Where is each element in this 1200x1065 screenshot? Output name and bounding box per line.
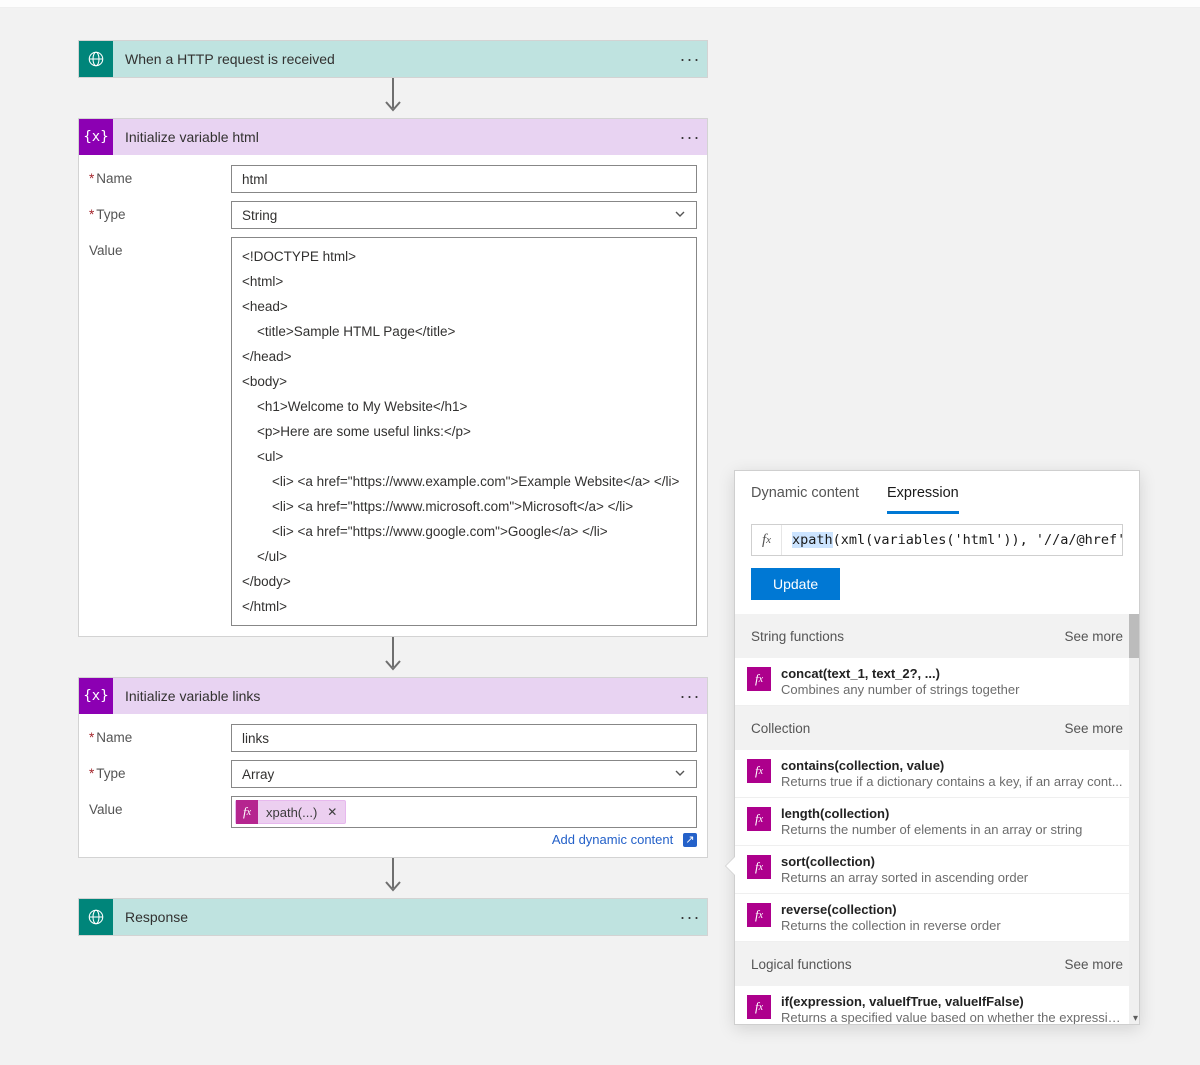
update-button[interactable]: Update — [751, 568, 840, 600]
fx-icon: fx — [747, 855, 771, 879]
http-icon — [79, 41, 113, 77]
function-name: if(expression, valueIfTrue, valueIfFalse… — [781, 994, 1127, 1009]
trigger-title: When a HTTP request is received — [113, 51, 673, 67]
fx-icon: fx — [752, 525, 782, 555]
function-name: length(collection) — [781, 806, 1127, 821]
expression-rest: (xml(variables('html')), '//a/@href' — [833, 532, 1122, 548]
fx-icon: fx — [747, 903, 771, 927]
type-value: String — [242, 208, 277, 223]
expression-input[interactable]: xpath(xml(variables('html')), '//a/@href… — [782, 525, 1122, 555]
fx-icon: fx — [747, 807, 771, 831]
plus-icon: ↗ — [683, 833, 697, 847]
function-item[interactable]: fx sort(collection)Returns an array sorte… — [735, 846, 1139, 894]
name-input[interactable] — [231, 165, 697, 193]
tab-dynamic-content[interactable]: Dynamic content — [751, 485, 859, 514]
function-description: Returns the collection in reverse order — [781, 918, 1127, 933]
response-header[interactable]: Response ··· — [79, 899, 707, 935]
function-section-header: Collection See more — [735, 706, 1139, 750]
init-var-links-header[interactable]: {x} Initialize variable links ··· — [79, 678, 707, 714]
function-name: sort(collection) — [781, 854, 1127, 869]
name-label: *Name — [89, 165, 231, 193]
function-name: reverse(collection) — [781, 902, 1127, 917]
chevron-down-icon: ▾ — [1133, 1013, 1138, 1024]
function-item[interactable]: fx contains(collection, value)Returns tru… — [735, 750, 1139, 798]
chevron-down-icon — [674, 767, 686, 782]
token-label: xpath(...) — [266, 805, 317, 820]
function-description: Combines any number of strings together — [781, 682, 1127, 697]
expression-token[interactable]: fx xpath(...) ✕ — [235, 800, 346, 824]
panel-caret — [726, 857, 735, 875]
expression-panel: Dynamic content Expression fx xpath(xml(… — [734, 470, 1140, 1025]
name-input[interactable] — [231, 724, 697, 752]
trigger-header[interactable]: When a HTTP request is received ··· — [79, 41, 707, 77]
chevron-down-icon — [674, 208, 686, 223]
response-step[interactable]: Response ··· — [78, 898, 708, 936]
tab-expression[interactable]: Expression — [887, 485, 959, 514]
variable-icon: {x} — [79, 119, 113, 155]
fx-icon: fx — [236, 800, 258, 824]
variable-icon: {x} — [79, 678, 113, 714]
token-remove-button[interactable]: ✕ — [327, 805, 337, 819]
type-select[interactable]: Array — [231, 760, 697, 788]
expression-input-row: fx xpath(xml(variables('html')), '//a/@h… — [751, 524, 1123, 556]
section-title: Collection — [751, 721, 810, 736]
init-var-html-title: Initialize variable html — [113, 129, 673, 145]
function-item[interactable]: fx length(collection)Returns the number o… — [735, 798, 1139, 846]
see-more-link[interactable]: See more — [1064, 721, 1123, 736]
panel-scrollbar[interactable]: ▾ — [1129, 614, 1139, 1024]
top-header-spacer — [0, 0, 1200, 8]
function-name: contains(collection, value) — [781, 758, 1127, 773]
trigger-step[interactable]: When a HTTP request is received ··· — [78, 40, 708, 78]
value-textarea[interactable]: <!DOCTYPE html> <html> <head> <title>Sam… — [231, 237, 697, 626]
scrollbar-thumb[interactable] — [1129, 614, 1139, 658]
init-var-links-title: Initialize variable links — [113, 688, 673, 704]
type-select[interactable]: String — [231, 201, 697, 229]
type-value: Array — [242, 767, 274, 782]
init-var-links-menu-button[interactable]: ··· — [673, 686, 707, 707]
designer-canvas: When a HTTP request is received ··· {x} … — [0, 8, 1200, 1065]
see-more-link[interactable]: See more — [1064, 629, 1123, 644]
fx-icon: fx — [747, 995, 771, 1019]
add-dynamic-content-link[interactable]: Add dynamic content — [552, 832, 673, 847]
response-title: Response — [113, 909, 673, 925]
response-menu-button[interactable]: ··· — [673, 907, 707, 928]
fx-icon: fx — [747, 759, 771, 783]
http-icon — [79, 899, 113, 935]
connector-arrow — [78, 637, 708, 677]
init-variable-links-step[interactable]: {x} Initialize variable links ··· *Name … — [78, 677, 708, 858]
function-list: String functions See more fx concat(text_1,… — [735, 614, 1139, 1024]
fx-icon: fx — [747, 667, 771, 691]
function-name: concat(text_1, text_2?, ...) — [781, 666, 1127, 681]
type-label: *Type — [89, 760, 231, 788]
connector-arrow — [78, 78, 708, 118]
function-item[interactable]: fx if(expression, valueIfTrue, valueIfFal… — [735, 986, 1139, 1024]
function-description: Returns an array sorted in ascending ord… — [781, 870, 1127, 885]
function-item[interactable]: fx concat(text_1, text_2?, ...)Combines a… — [735, 658, 1139, 706]
panel-tabs: Dynamic content Expression — [735, 471, 1139, 514]
init-var-html-body: *Name *Type String — [79, 155, 707, 636]
name-label: *Name — [89, 724, 231, 752]
value-label: Value — [89, 237, 231, 626]
trigger-menu-button[interactable]: ··· — [673, 49, 707, 70]
function-description: Returns a specified value based on wheth… — [781, 1010, 1127, 1024]
connector-arrow — [78, 858, 708, 898]
init-var-html-header[interactable]: {x} Initialize variable html ··· — [79, 119, 707, 155]
see-more-link[interactable]: See more — [1064, 957, 1123, 972]
expression-highlight: xpath — [792, 532, 833, 548]
value-token-input[interactable]: fx xpath(...) ✕ — [231, 796, 697, 828]
function-description: Returns true if a dictionary contains a … — [781, 774, 1127, 789]
section-title: String functions — [751, 629, 844, 644]
value-label: Value — [89, 796, 231, 847]
function-section-header: String functions See more — [735, 614, 1139, 658]
function-description: Returns the number of elements in an arr… — [781, 822, 1127, 837]
flow-column: When a HTTP request is received ··· {x} … — [78, 40, 708, 936]
function-section-header: Logical functions See more — [735, 942, 1139, 986]
init-var-links-body: *Name *Type Array — [79, 714, 707, 857]
type-label: *Type — [89, 201, 231, 229]
section-title: Logical functions — [751, 957, 852, 972]
init-var-html-menu-button[interactable]: ··· — [673, 127, 707, 148]
init-variable-html-step[interactable]: {x} Initialize variable html ··· *Name *… — [78, 118, 708, 637]
function-item[interactable]: fx reverse(collection)Returns the collect… — [735, 894, 1139, 942]
